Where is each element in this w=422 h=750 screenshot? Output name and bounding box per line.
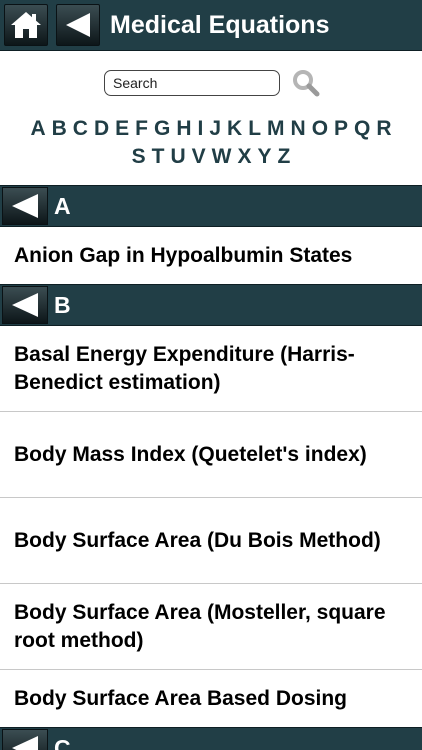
back-arrow-icon xyxy=(12,736,38,750)
search-input[interactable] xyxy=(104,70,280,96)
index-letter-d[interactable]: D xyxy=(94,115,109,143)
section-header-b: B xyxy=(0,284,422,326)
list-item[interactable]: Body Surface Area (Du Bois Method) xyxy=(0,498,422,584)
section-letter: C xyxy=(54,734,71,750)
index-letter-e[interactable]: E xyxy=(115,115,129,143)
index-letter-f[interactable]: F xyxy=(135,115,148,143)
alphabet-row-2: STUVWXYZ xyxy=(6,143,416,171)
index-letter-w[interactable]: W xyxy=(212,143,232,171)
index-letter-o[interactable]: O xyxy=(312,115,328,143)
index-letter-s[interactable]: S xyxy=(132,143,146,171)
list-item[interactable]: Body Surface Area Based Dosing xyxy=(0,670,422,727)
list-item[interactable]: Body Mass Index (Quetelet's index) xyxy=(0,412,422,498)
index-letter-u[interactable]: U xyxy=(170,143,185,171)
index-letter-j[interactable]: J xyxy=(209,115,221,143)
section-header-c: C xyxy=(0,727,422,750)
index-letter-c[interactable]: C xyxy=(73,115,88,143)
index-letter-m[interactable]: M xyxy=(267,115,285,143)
magnifier-icon xyxy=(293,70,320,97)
index-letter-v[interactable]: V xyxy=(192,143,206,171)
index-letter-q[interactable]: Q xyxy=(354,115,370,143)
section-collapse-button[interactable] xyxy=(2,729,48,750)
index-letter-r[interactable]: R xyxy=(376,115,391,143)
search-bar xyxy=(0,51,422,115)
index-letter-p[interactable]: P xyxy=(334,115,348,143)
index-letter-l[interactable]: L xyxy=(248,115,261,143)
section-letter: A xyxy=(54,192,71,219)
index-letter-a[interactable]: A xyxy=(30,115,45,143)
index-letter-h[interactable]: H xyxy=(176,115,191,143)
list-item[interactable]: Anion Gap in Hypoalbumin States xyxy=(0,227,422,284)
index-letter-k[interactable]: K xyxy=(227,115,242,143)
alphabet-index: ABCDEFGHIJKLMNOPQR STUVWXYZ xyxy=(0,115,422,185)
section-collapse-button[interactable] xyxy=(2,286,48,324)
back-arrow-icon xyxy=(66,13,90,37)
back-arrow-icon xyxy=(12,293,38,317)
home-icon xyxy=(11,12,41,38)
index-letter-b[interactable]: B xyxy=(52,115,67,143)
section-header-a: A xyxy=(0,185,422,227)
alphabet-row-1: ABCDEFGHIJKLMNOPQR xyxy=(6,115,416,143)
top-bar: Medical Equations xyxy=(0,0,422,51)
app-root: Medical Equations ABCDEFGHIJKLMNOPQR STU… xyxy=(0,0,422,750)
list-item[interactable]: Body Surface Area (Mosteller, square roo… xyxy=(0,584,422,670)
index-letter-n[interactable]: N xyxy=(291,115,306,143)
search-button[interactable] xyxy=(292,69,320,97)
section-collapse-button[interactable] xyxy=(2,187,48,225)
index-letter-z[interactable]: Z xyxy=(278,143,291,171)
index-letter-y[interactable]: Y xyxy=(258,143,272,171)
index-letter-g[interactable]: G xyxy=(154,115,170,143)
index-letter-x[interactable]: X xyxy=(238,143,252,171)
back-button[interactable] xyxy=(56,4,100,46)
home-button[interactable] xyxy=(4,4,48,46)
index-letter-t[interactable]: T xyxy=(152,143,165,171)
back-arrow-icon xyxy=(12,194,38,218)
index-letter-i[interactable]: I xyxy=(197,115,203,143)
page-title: Medical Equations xyxy=(110,10,330,39)
section-letter: B xyxy=(54,291,71,318)
list-item[interactable]: Basal Energy Expenditure (Harris-Benedic… xyxy=(0,326,422,412)
